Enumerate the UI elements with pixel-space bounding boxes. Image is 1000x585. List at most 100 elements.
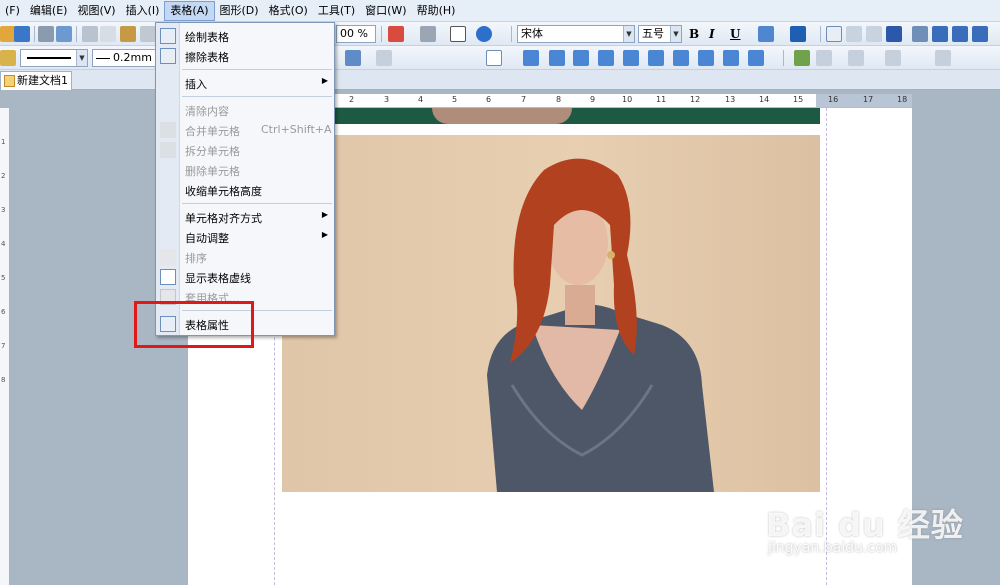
zoom-combo[interactable]: 00 % bbox=[336, 25, 376, 43]
portrait-photo[interactable] bbox=[282, 135, 820, 492]
frame-icon[interactable] bbox=[816, 50, 832, 66]
ruler-number: 11 bbox=[656, 95, 667, 104]
group-icon[interactable] bbox=[935, 50, 951, 66]
paste-icon[interactable] bbox=[120, 26, 136, 42]
copy-icon[interactable] bbox=[100, 26, 116, 42]
cut-icon[interactable] bbox=[82, 26, 98, 42]
align-left-icon[interactable] bbox=[826, 26, 842, 42]
cell-align-icon[interactable] bbox=[673, 50, 689, 66]
cell-align-icon[interactable] bbox=[598, 50, 614, 66]
chevron-down-icon[interactable]: ▼ bbox=[670, 26, 681, 42]
ruler-number: 4 bbox=[1, 240, 6, 248]
cell-align-icon[interactable] bbox=[698, 50, 714, 66]
justify-icon[interactable] bbox=[886, 26, 902, 42]
align-center-icon[interactable] bbox=[846, 26, 862, 42]
chevron-down-icon[interactable]: ▼ bbox=[76, 50, 87, 66]
ruler-number: 7 bbox=[521, 95, 527, 104]
ruler-number: 2 bbox=[1, 172, 6, 180]
print-icon[interactable] bbox=[38, 26, 54, 42]
menu-item-show-gridlines[interactable]: 显示表格虚线 bbox=[156, 267, 334, 287]
line-style-combo[interactable]: ▼ bbox=[20, 49, 88, 67]
numbering-icon[interactable] bbox=[912, 26, 928, 42]
table-tool-icon[interactable] bbox=[376, 50, 392, 66]
menu-graphics[interactable]: 图形(D) bbox=[215, 1, 264, 21]
ruler-number: 6 bbox=[1, 308, 6, 316]
insert-table-icon[interactable] bbox=[345, 50, 361, 66]
table-border-icon[interactable] bbox=[486, 50, 502, 66]
menu-item-sort: 排序 bbox=[156, 247, 334, 267]
increase-indent-icon[interactable] bbox=[972, 26, 988, 42]
bullets-icon[interactable] bbox=[932, 26, 948, 42]
menu-item-draw-table[interactable]: 绘制表格 bbox=[156, 26, 334, 46]
menu-view[interactable]: 视图(V) bbox=[72, 1, 120, 21]
table-menu-dropdown: 绘制表格 擦除表格 插入 ▶ 清除内容 合并单元格 Ctrl+Shift+A 拆… bbox=[155, 22, 335, 336]
italic-button[interactable]: I bbox=[709, 26, 715, 42]
ruler-number: 3 bbox=[384, 95, 390, 104]
submenu-arrow-icon: ▶ bbox=[321, 230, 328, 239]
font-size-combo[interactable]: 五号 ▼ bbox=[638, 25, 682, 43]
arrange-icon[interactable] bbox=[885, 50, 901, 66]
layout-icon[interactable] bbox=[848, 50, 864, 66]
menu-item-erase-table[interactable]: 擦除表格 bbox=[156, 46, 334, 66]
insert-picture-icon[interactable] bbox=[388, 26, 404, 42]
cell-align-icon[interactable] bbox=[723, 50, 739, 66]
menu-item-cell-align[interactable]: 单元格对齐方式 ▶ bbox=[156, 207, 334, 227]
underline-button[interactable]: U bbox=[730, 26, 740, 42]
chevron-down-icon[interactable]: ▼ bbox=[623, 26, 634, 42]
menu-window[interactable]: 窗口(W) bbox=[360, 1, 411, 21]
ruler-number: 8 bbox=[1, 376, 6, 384]
menu-help[interactable]: 帮助(H) bbox=[412, 1, 461, 21]
font-color-icon[interactable] bbox=[790, 26, 806, 42]
cell-align-icon[interactable] bbox=[648, 50, 664, 66]
font-size-value: 五号 bbox=[642, 27, 664, 40]
font-name-value: 宋体 bbox=[521, 27, 543, 40]
ruler-number: 4 bbox=[418, 95, 424, 104]
line-width-combo[interactable]: 0.2mm bbox=[92, 49, 156, 67]
menu-item-shrink-height[interactable]: 收缩单元格高度 bbox=[156, 180, 334, 200]
document-icon bbox=[4, 75, 15, 87]
align-right-icon[interactable] bbox=[866, 26, 882, 42]
highlight-icon[interactable] bbox=[758, 26, 774, 42]
menu-file[interactable]: (F) bbox=[0, 1, 25, 21]
menu-item-label: 自动调整 bbox=[185, 232, 229, 245]
bold-button[interactable]: B bbox=[689, 26, 699, 42]
bullet-icon[interactable] bbox=[420, 26, 436, 42]
font-name-combo[interactable]: 宋体 ▼ bbox=[517, 25, 635, 43]
decrease-indent-icon[interactable] bbox=[952, 26, 968, 42]
cell-align-icon[interactable] bbox=[623, 50, 639, 66]
ruler-number: 5 bbox=[452, 95, 458, 104]
save-icon[interactable] bbox=[14, 26, 30, 42]
menu-insert[interactable]: 插入(I) bbox=[121, 1, 165, 21]
cell-align-icon[interactable] bbox=[573, 50, 589, 66]
menu-item-label: 删除单元格 bbox=[185, 165, 240, 178]
cell-align-icon[interactable] bbox=[549, 50, 565, 66]
menu-table[interactable]: 表格(A) bbox=[164, 0, 215, 21]
delete-icon[interactable] bbox=[140, 26, 156, 42]
ruler-number: 2 bbox=[349, 95, 355, 104]
paragraph-mark-icon[interactable] bbox=[450, 26, 466, 42]
menu-item-insert[interactable]: 插入 ▶ bbox=[156, 73, 334, 93]
menu-format[interactable]: 格式(O) bbox=[264, 1, 313, 21]
previous-image-detail bbox=[432, 108, 572, 124]
ruler-number: 6 bbox=[486, 95, 492, 104]
baidu-watermark: Bai du 经验 jingyan.baidu.com bbox=[766, 500, 986, 570]
menu-separator bbox=[182, 69, 332, 70]
menu-item-label: 绘制表格 bbox=[185, 31, 229, 44]
document-tab-label: 新建文档1 bbox=[17, 74, 68, 87]
cell-align-icon[interactable] bbox=[748, 50, 764, 66]
menu-item-auto-adjust[interactable]: 自动调整 ▶ bbox=[156, 227, 334, 247]
help-icon[interactable] bbox=[476, 26, 492, 42]
menu-item-shortcut: Ctrl+Shift+A bbox=[261, 123, 332, 136]
ruler-number: 13 bbox=[725, 95, 736, 104]
split-cells-icon bbox=[160, 142, 176, 158]
ruler-number: 15 bbox=[793, 95, 804, 104]
menu-tools[interactable]: 工具(T) bbox=[313, 1, 360, 21]
picture-icon[interactable] bbox=[794, 50, 810, 66]
print-preview-icon[interactable] bbox=[56, 26, 72, 42]
document-tab[interactable]: 新建文档1 bbox=[0, 71, 72, 90]
menu-edit[interactable]: 编辑(E) bbox=[25, 1, 73, 21]
vertical-ruler: 1 2 3 4 5 6 7 8 bbox=[0, 108, 10, 585]
toolbar-separator bbox=[76, 26, 77, 42]
cell-align-icon[interactable] bbox=[523, 50, 539, 66]
pencil-icon[interactable] bbox=[0, 50, 16, 66]
